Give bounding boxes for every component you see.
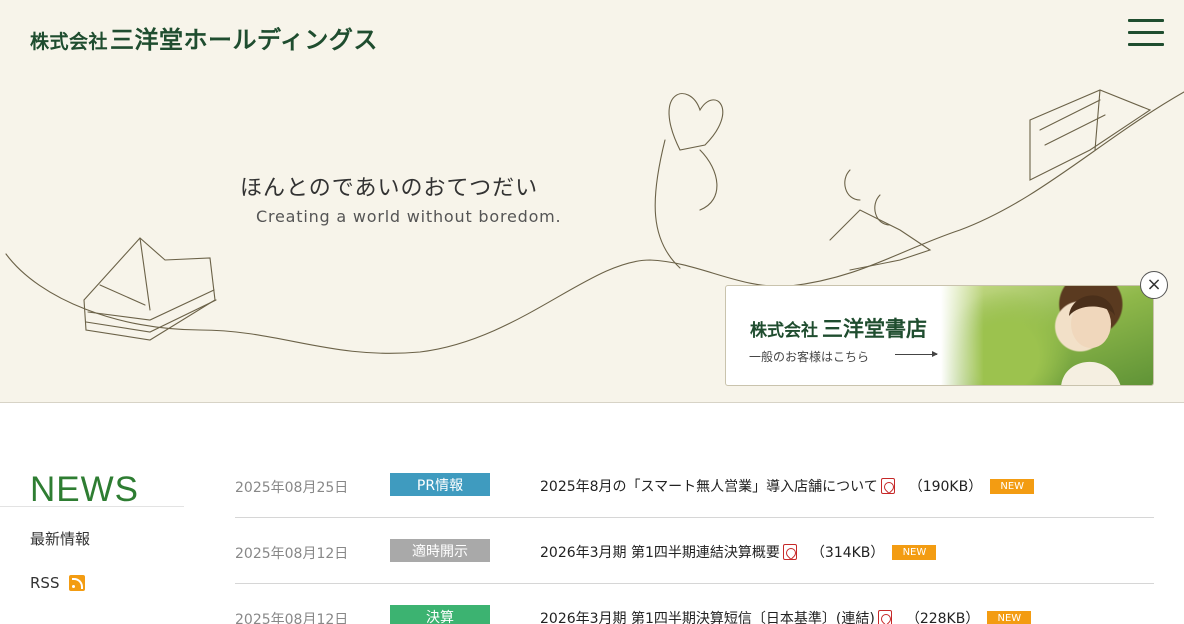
news-title-text: 2025年8月の「スマート無人営業」導入店舗について [540,479,878,495]
news-item: 2025年08月12日 適時開示 2026年3月期 第1四半期連結決算概要 （3… [235,518,1154,584]
menu-bar [1128,43,1164,46]
woman-photo [1061,295,1121,385]
hamburger-menu-icon[interactable] [1128,18,1166,48]
banner-photo [941,286,1153,385]
banner-title-name: 三洋堂書店 [822,317,927,341]
news-category-badge: 適時開示 [390,539,490,562]
news-heading: NEWS [30,470,139,509]
new-badge: NEW [990,478,1035,494]
news-date: 2025年08月25日 [235,480,349,496]
bookstore-banner[interactable]: 株式会社 三洋堂書店 一般のお客様はこちら [725,285,1154,386]
banner-title: 株式会社 三洋堂書店 [750,313,927,343]
company-logo[interactable]: 株式会社 三洋堂ホールディングス [30,20,378,55]
menu-bar [1128,31,1164,34]
sidebar-link-rss[interactable]: RSS [30,574,86,592]
menu-bar [1128,19,1164,22]
pdf-icon [782,544,797,560]
logo-prefix: 株式会社 [30,31,109,53]
sidebar-link-latest[interactable]: 最新情報 [30,528,90,549]
news-list: 2025年08月25日 PR情報 2025年8月の「スマート無人営業」導入店舗に… [235,452,1154,624]
divider [0,506,184,507]
new-badge: NEW [987,610,1032,624]
news-item: 2025年08月12日 決算 2026年3月期 第1四半期決算短信〔日本基準〕(… [235,584,1154,624]
news-category-badge: 決算 [390,605,490,624]
news-title-text: 2026年3月期 第1四半期決算短信〔日本基準〕(連結) [540,611,875,624]
banner-subtitle: 一般のお客様はこちら [749,350,870,364]
rss-icon [69,575,86,591]
news-title-link[interactable]: 2025年8月の「スマート無人営業」導入店舗について （190KB） NEW [540,476,1035,496]
news-date: 2025年08月12日 [235,612,349,624]
logo-name: 三洋堂ホールディングス [110,26,378,54]
close-icon[interactable]: × [1140,271,1168,299]
pdf-icon [880,478,895,494]
pdf-icon [877,610,892,624]
banner-title-prefix: 株式会社 [750,321,818,341]
news-category-badge: PR情報 [390,473,490,496]
rss-label: RSS [30,574,60,592]
arrow-right-icon [895,351,938,357]
file-size: （190KB） [908,479,983,495]
hero-tagline: ほんとのであいのおてつだい [240,176,539,201]
news-title-link[interactable]: 2026年3月期 第1四半期決算短信〔日本基準〕(連結) （228KB） NEW [540,608,1032,624]
news-date: 2025年08月12日 [235,546,349,562]
news-title-text: 2026年3月期 第1四半期連結決算概要 [540,545,780,561]
news-title-link[interactable]: 2026年3月期 第1四半期連結決算概要 （314KB） NEW [540,542,937,562]
hero-subline: Creating a world without boredom. [256,207,562,226]
file-size: （314KB） [810,545,885,561]
file-size: （228KB） [905,611,980,624]
new-badge: NEW [892,544,937,560]
news-item: 2025年08月25日 PR情報 2025年8月の「スマート無人営業」導入店舗に… [235,452,1154,518]
